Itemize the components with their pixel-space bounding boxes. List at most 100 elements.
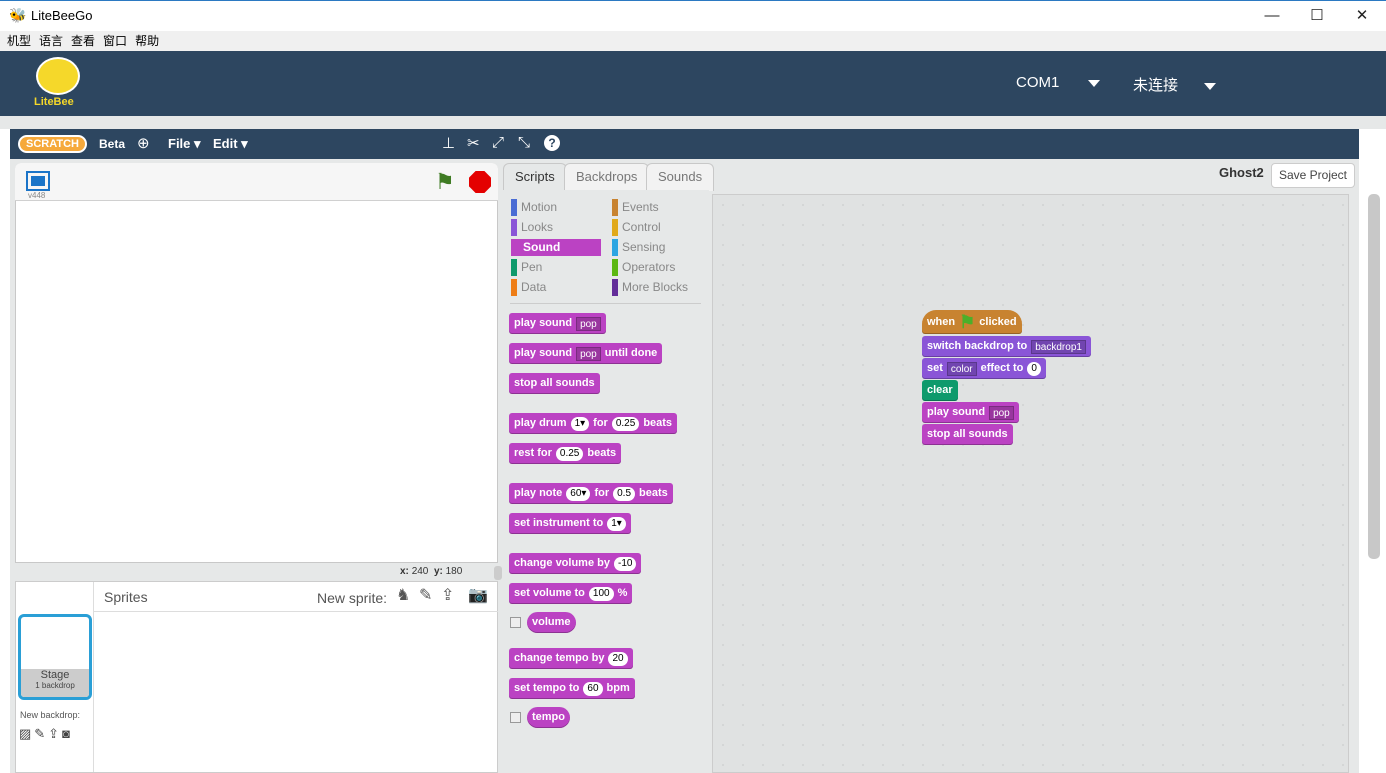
upload-icon[interactable]: ⇪ xyxy=(441,585,454,605)
window-title: LiteBeeGo xyxy=(31,8,93,23)
grow-icon[interactable]: ⤢ xyxy=(492,134,504,151)
category-events[interactable]: Events xyxy=(612,199,702,216)
number-input[interactable]: 20 xyxy=(608,651,628,666)
sprite-library-icon[interactable]: ♞ xyxy=(396,585,410,605)
port-select[interactable]: COM1 xyxy=(1016,74,1100,91)
reporter-checkbox[interactable] xyxy=(510,617,521,628)
block-text: % xyxy=(617,587,628,599)
dropdown-input[interactable]: pop xyxy=(576,316,601,331)
script-block[interactable]: set color effect to 0 xyxy=(922,358,1046,379)
save-project-button[interactable]: Save Project xyxy=(1271,163,1355,188)
presentation-mode-icon[interactable] xyxy=(26,171,50,191)
stamp-icon[interactable]: ⊥ xyxy=(442,134,455,152)
maximize-button[interactable]: ☐ xyxy=(1294,5,1340,27)
category-sound[interactable]: Sound xyxy=(511,239,601,256)
number-input[interactable]: 0.25 xyxy=(555,446,584,461)
dropdown-input[interactable]: pop xyxy=(576,346,601,361)
camera-icon[interactable]: 📷 xyxy=(468,585,488,605)
tab-sounds[interactable]: Sounds xyxy=(646,163,715,191)
collapse-stage-handle[interactable] xyxy=(494,566,502,580)
logo-text: LiteBee xyxy=(34,96,74,108)
scratch-logo[interactable]: SCRATCH xyxy=(18,135,87,153)
category-label: Pen xyxy=(521,260,543,274)
scripts-area[interactable] xyxy=(712,194,1349,773)
paint-brush-icon[interactable]: ✎ xyxy=(419,585,432,605)
number-input[interactable]: 100 xyxy=(588,586,614,601)
palette-block[interactable]: play note 60▾ for 0.5 beats xyxy=(509,483,673,504)
backdrop-tools[interactable]: ▨✎⇪◙ xyxy=(19,726,73,742)
edit-menu[interactable]: Edit ▾ xyxy=(213,136,248,152)
number-input[interactable]: 60 xyxy=(583,681,603,696)
number-input[interactable]: -10 xyxy=(613,556,637,571)
category-sensing[interactable]: Sensing xyxy=(612,239,702,256)
block-text: change tempo by xyxy=(514,652,605,664)
category-color-swatch xyxy=(511,219,517,236)
palette-block[interactable]: tempo xyxy=(527,707,570,728)
palette-block[interactable]: play sound pop until done xyxy=(509,343,663,364)
menu-window[interactable]: 窗口 xyxy=(103,31,127,51)
palette-block[interactable]: set volume to 100% xyxy=(509,583,633,604)
connection-select[interactable]: 未连接 xyxy=(1133,74,1217,95)
block-text: play drum xyxy=(514,417,567,429)
file-menu[interactable]: File ▾ xyxy=(168,136,201,152)
scrollbar[interactable] xyxy=(1368,194,1380,559)
stop-icon[interactable] xyxy=(469,171,491,193)
menu-language[interactable]: 语言 xyxy=(39,31,63,51)
script-block[interactable]: play sound pop xyxy=(922,402,1019,423)
green-flag-icon[interactable]: ⚑ xyxy=(435,169,455,195)
number-input[interactable]: 1▾ xyxy=(607,516,626,531)
mouse-coordinates: x: 240 y: 180 xyxy=(400,566,463,577)
palette-block[interactable]: volume xyxy=(527,612,576,633)
block-text: for xyxy=(594,487,610,499)
script-block[interactable]: when ⚑ clicked xyxy=(922,310,1022,334)
category-data[interactable]: Data xyxy=(511,279,601,296)
cut-icon[interactable]: ✂ xyxy=(467,134,480,152)
globe-icon[interactable]: ⊕ xyxy=(137,134,150,152)
block-text: play note xyxy=(514,487,563,499)
category-motion[interactable]: Motion xyxy=(511,199,601,216)
dropdown-input[interactable]: backdrop1 xyxy=(1031,339,1086,354)
tab-scripts[interactable]: Scripts xyxy=(503,163,567,191)
number-input[interactable]: 0 xyxy=(1027,361,1041,376)
close-button[interactable]: ✕ xyxy=(1339,5,1385,27)
reporter-checkbox[interactable] xyxy=(510,712,521,723)
stage-thumbnail[interactable]: Stage 1 backdrop xyxy=(18,614,92,700)
category-more-blocks[interactable]: More Blocks xyxy=(612,279,702,296)
palette-block[interactable]: play sound pop xyxy=(509,313,606,334)
palette-block[interactable]: rest for 0.25 beats xyxy=(509,443,622,464)
palette-block[interactable]: set instrument to 1▾ xyxy=(509,513,631,534)
port-value: COM1 xyxy=(1016,74,1060,91)
minimize-button[interactable]: — xyxy=(1249,5,1295,27)
script-block[interactable]: switch backdrop to backdrop1 xyxy=(922,336,1091,357)
category-control[interactable]: Control xyxy=(612,219,702,236)
shrink-icon[interactable]: ⤡ xyxy=(518,134,530,151)
category-operators[interactable]: Operators xyxy=(612,259,702,276)
palette-block[interactable]: change tempo by 20 xyxy=(509,648,633,669)
palette-block[interactable]: stop all sounds xyxy=(509,373,600,394)
number-input[interactable]: 0.5 xyxy=(613,486,636,501)
category-color-swatch xyxy=(511,239,517,256)
category-pen[interactable]: Pen xyxy=(511,259,601,276)
script-block[interactable]: stop all sounds xyxy=(922,424,1013,445)
palette-block[interactable]: play drum 1▾ for 0.25 beats xyxy=(509,413,678,434)
number-input[interactable]: 60▾ xyxy=(566,486,591,501)
help-icon[interactable]: ? xyxy=(544,135,560,151)
menu-help[interactable]: 帮助 xyxy=(135,31,159,51)
dropdown-input[interactable]: color xyxy=(946,361,977,376)
dropdown-input[interactable]: pop xyxy=(989,405,1014,420)
script-block[interactable]: clear xyxy=(922,380,958,401)
category-looks[interactable]: Looks xyxy=(511,219,601,236)
block-text: for xyxy=(593,417,608,429)
bee-icon: 🐝 xyxy=(9,7,27,23)
number-input[interactable]: 0.25 xyxy=(611,416,640,431)
menu-view[interactable]: 查看 xyxy=(71,31,95,51)
tab-backdrops[interactable]: Backdrops xyxy=(564,163,650,191)
number-input[interactable]: 1▾ xyxy=(570,416,590,431)
category-label: Data xyxy=(521,280,547,294)
stage-canvas[interactable] xyxy=(15,163,498,563)
menu-model[interactable]: 机型 xyxy=(7,31,31,51)
palette-block[interactable]: change volume by -10 xyxy=(509,553,642,574)
category-color-swatch xyxy=(511,259,517,276)
block-text: change volume by xyxy=(514,557,610,569)
palette-block[interactable]: set tempo to 60 bpm xyxy=(509,678,635,699)
